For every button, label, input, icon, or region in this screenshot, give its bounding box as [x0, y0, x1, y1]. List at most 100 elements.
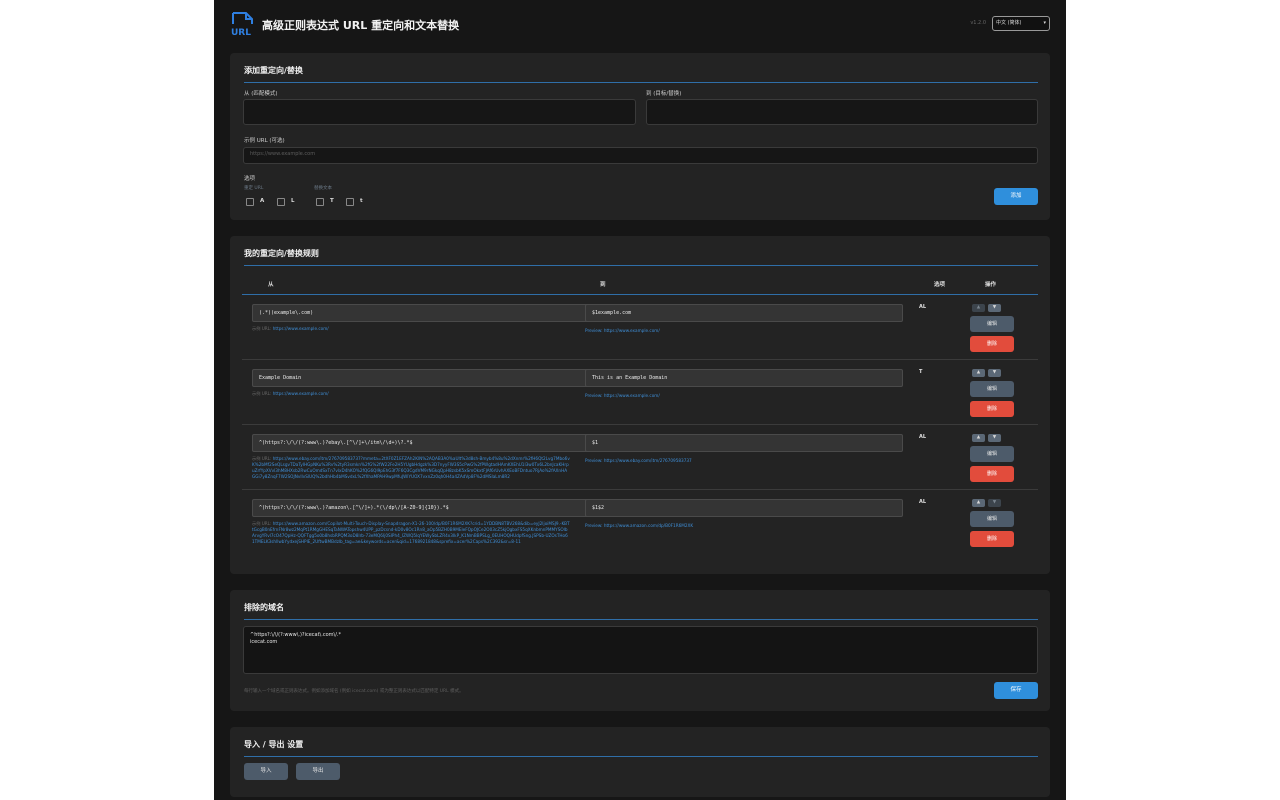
- replace-text-label: 替换文本: [314, 186, 332, 191]
- preview-prefix: Preview:: [585, 458, 603, 463]
- rule-to-value[interactable]: $1$2: [585, 499, 903, 517]
- move-down-button[interactable]: ▼: [988, 369, 1001, 377]
- logo-text: URL: [231, 28, 251, 38]
- rule-row: (.*)(example\.com) 示例 URL: https://www.e…: [242, 294, 1038, 358]
- rule-row: Example Domain 示例 URL: https://www.examp…: [242, 359, 1038, 423]
- language-select[interactable]: 中文 (简体) ▾: [992, 16, 1050, 31]
- move-up-button[interactable]: ▲: [972, 369, 985, 377]
- rule-preview: Preview: https://www.amazon.com/dp/B0F1R…: [585, 523, 693, 528]
- export-button[interactable]: 导出: [296, 763, 340, 780]
- example-url-link[interactable]: https://www.example.com/: [273, 391, 329, 396]
- example-prefix: 示例 URL:: [252, 521, 272, 526]
- edit-rule-button[interactable]: 编辑: [970, 316, 1014, 332]
- preview-prefix: Preview:: [585, 523, 603, 528]
- column-options: 选项: [934, 282, 946, 288]
- url-file-logo-icon: URL: [231, 12, 253, 38]
- delete-rule-button[interactable]: 删除: [970, 336, 1014, 352]
- rule-to-value[interactable]: $1example.com: [585, 304, 903, 322]
- option-t-lower-label: t: [360, 198, 363, 204]
- to-label: 到 (目标/替换): [646, 91, 682, 97]
- preview-url-link[interactable]: https://www.example.com/: [604, 328, 660, 333]
- move-up-button[interactable]: ▲: [972, 499, 985, 507]
- column-to: 到: [600, 282, 606, 288]
- add-rule-button[interactable]: 添加: [994, 188, 1038, 205]
- example-url-link[interactable]: https://www.ebay.com/itm/276709583737?mm…: [252, 456, 570, 479]
- rule-options: AL: [919, 434, 927, 440]
- from-input[interactable]: [243, 99, 636, 125]
- rule-to-value[interactable]: This is an Example Domain: [585, 369, 903, 387]
- preview-url-link[interactable]: https://www.example.com/: [604, 393, 660, 398]
- rule-preview: Preview: https://www.example.com/: [585, 393, 660, 398]
- edit-rule-button[interactable]: 编辑: [970, 381, 1014, 397]
- option-t-upper-label: T: [330, 198, 334, 204]
- delete-rule-button[interactable]: 删除: [970, 466, 1014, 482]
- delete-rule-button[interactable]: 删除: [970, 401, 1014, 417]
- example-prefix: 示例 URL:: [252, 456, 272, 461]
- page-header: URL 高级正则表达式 URL 重定向和文本替换 v1.2.0 中文 (简体) …: [230, 10, 1050, 40]
- rule-from-value[interactable]: ^(https?:\/\/(?:www\.)?ebay\.[^\/]+\/itm…: [252, 434, 597, 452]
- example-prefix: 示例 URL:: [252, 326, 272, 331]
- options-page: URL 高级正则表达式 URL 重定向和文本替换 v1.2.0 中文 (简体) …: [214, 0, 1066, 800]
- rule-row: ^(https?:\/\/(?:www\.)?ebay\.[^\/]+\/itm…: [242, 424, 1038, 488]
- rule-row: ^(https?:\/\/(?:www\.)?amazon\.[^\/]+).*…: [242, 489, 1038, 553]
- option-l-checkbox[interactable]: [277, 198, 285, 206]
- rule-from-value[interactable]: (.*)(example\.com): [252, 304, 597, 322]
- save-excluded-button[interactable]: 保存: [994, 682, 1038, 699]
- preview-url-link[interactable]: https://www.ebay.com/itm/276709583737: [604, 458, 692, 463]
- option-a-label: A: [260, 198, 265, 204]
- rule-example: 示例 URL: https://www.amazon.com/Copilot-M…: [252, 521, 570, 545]
- option-t-upper-checkbox[interactable]: [316, 198, 324, 206]
- language-select-value: 中文 (简体): [996, 20, 1022, 26]
- edit-rule-button[interactable]: 编辑: [970, 511, 1014, 527]
- rule-options: AL: [919, 499, 927, 505]
- move-up-button[interactable]: ▲: [972, 434, 985, 442]
- rules-card: 我的重定向/替换规则 从 到 选项 操作 (.*)(example\.com) …: [230, 236, 1050, 574]
- option-l-label: L: [291, 198, 295, 204]
- preview-prefix: Preview:: [585, 393, 603, 398]
- excluded-domain-line: icecat.com: [250, 639, 278, 645]
- preview-url-link[interactable]: https://www.amazon.com/dp/B0F1R6M2XK: [604, 523, 693, 528]
- rule-example: 示例 URL: https://www.example.com/: [252, 391, 592, 397]
- rule-example: 示例 URL: https://www.ebay.com/itm/2767095…: [252, 456, 570, 480]
- from-label: 从 (匹配模式): [244, 91, 278, 97]
- rule-to-value[interactable]: $1: [585, 434, 903, 452]
- example-url-link[interactable]: https://www.amazon.com/Copilot-Multi-Tou…: [252, 521, 570, 544]
- column-from: 从: [268, 282, 274, 288]
- version-label: v1.2.0: [970, 20, 986, 26]
- import-export-card: 导入 / 导出 设置 导入 导出: [230, 727, 1050, 797]
- preview-prefix: Preview:: [585, 328, 603, 333]
- excluded-domains-title: 排除的域名: [244, 602, 1038, 620]
- rule-from-value[interactable]: Example Domain: [252, 369, 597, 387]
- rule-options: T: [919, 369, 923, 375]
- move-down-button[interactable]: ▼: [988, 499, 1001, 507]
- option-a-checkbox[interactable]: [246, 198, 254, 206]
- example-url-input[interactable]: https://www.example.com: [243, 147, 1038, 164]
- edit-rule-button[interactable]: 编辑: [970, 446, 1014, 462]
- rule-example: 示例 URL: https://www.example.com/: [252, 326, 592, 332]
- rule-preview: Preview: https://www.ebay.com/itm/276709…: [585, 458, 692, 463]
- to-input-value: [647, 100, 1037, 106]
- rule-preview: Preview: https://www.example.com/: [585, 328, 660, 333]
- example-url-placeholder: https://www.example.com: [250, 151, 316, 157]
- add-rule-title: 添加重定向/替换: [244, 65, 1038, 83]
- delete-rule-button[interactable]: 删除: [970, 531, 1014, 547]
- from-input-value: [244, 100, 635, 106]
- example-url-link[interactable]: https://www.example.com/: [273, 326, 329, 331]
- redirect-url-label: 重定 URL: [244, 186, 264, 191]
- add-rule-card: 添加重定向/替换 从 (匹配模式) 到 (目标/替换) 示例 URL (可选) …: [230, 53, 1050, 220]
- excluded-domains-textarea[interactable]: ^https?:\/\/(?:www\.)?icecat\.com\/.* ic…: [243, 626, 1038, 674]
- excluded-domain-line: ^https?:\/\/(?:www\.)?icecat\.com\/.*: [250, 632, 341, 638]
- move-up-button[interactable]: ▲: [972, 304, 985, 312]
- option-t-lower-checkbox[interactable]: [346, 198, 354, 206]
- options-label: 选项: [244, 176, 256, 182]
- import-export-title: 导入 / 导出 设置: [244, 739, 1038, 757]
- excluded-domains-card: 排除的域名 ^https?:\/\/(?:www\.)?icecat\.com\…: [230, 590, 1050, 711]
- to-input[interactable]: [646, 99, 1038, 125]
- excluded-domains-hint: 每行输入一个域名或正则表达式。例如添加域名 (例如 icecat.com) 或为…: [244, 689, 464, 694]
- move-down-button[interactable]: ▼: [988, 304, 1001, 312]
- move-down-button[interactable]: ▼: [988, 434, 1001, 442]
- import-button[interactable]: 导入: [244, 763, 288, 780]
- rule-from-value[interactable]: ^(https?:\/\/(?:www\.)?amazon\.[^\/]+).*…: [252, 499, 597, 517]
- column-actions: 操作: [985, 282, 997, 288]
- example-url-label: 示例 URL (可选): [244, 138, 285, 144]
